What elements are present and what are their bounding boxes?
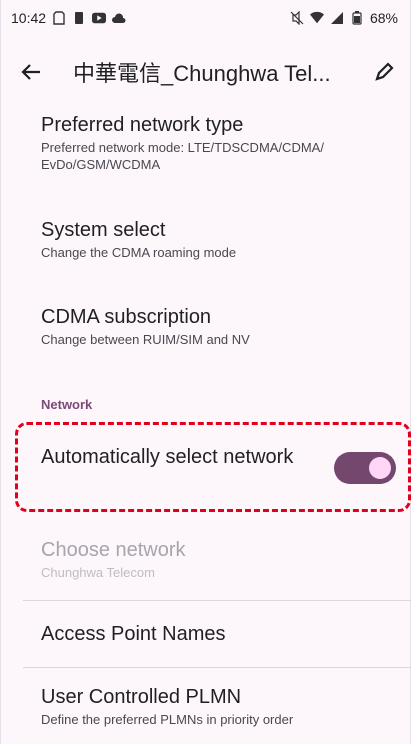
auto-select-network-item[interactable]: Automatically select network <box>41 445 320 469</box>
preferred-network-type-item[interactable]: Preferred network type Preferred network… <box>41 113 390 173</box>
setting-title: CDMA subscription <box>41 306 212 328</box>
battery-percent: 68% <box>369 10 398 26</box>
wifi-icon <box>309 11 324 25</box>
youtube-icon <box>92 11 107 25</box>
auto-select-network-toggle[interactable] <box>334 452 396 484</box>
setting-title: Automatically select network <box>41 446 294 468</box>
page-title: 中華電信_Chunghwa Tel... <box>73 61 331 86</box>
setting-subtitle: Chunghwa Telecom <box>41 565 155 580</box>
user-controlled-plmn-item[interactable]: User Controlled PLMN Define the preferre… <box>41 685 390 728</box>
system-select-item[interactable]: System select Change the CDMA roaming mo… <box>41 218 390 261</box>
setting-subtitle: Preferred network mode: LTE/TDSCDMA/CDMA… <box>41 140 324 172</box>
setting-title: Preferred network type <box>41 114 244 136</box>
setting-subtitle: Change between RUIM/SIM and NV <box>41 332 250 347</box>
settings-screen: 10:42 68% 中華電信_Chunghwa Tel... Preferred… <box>0 0 411 744</box>
setting-subtitle: Change the CDMA roaming mode <box>41 245 237 260</box>
access-point-names-item[interactable]: Access Point Names <box>41 622 390 646</box>
battery-icon <box>350 11 364 25</box>
toggle-knob <box>369 457 391 479</box>
cloud-icon <box>112 11 126 25</box>
setting-title: User Controlled PLMN <box>41 686 242 708</box>
choose-network-item: Choose network Chunghwa Telecom <box>41 538 390 581</box>
mute-icon <box>290 11 304 25</box>
divider <box>23 667 411 668</box>
setting-title: System select <box>41 219 166 241</box>
cdma-subscription-item[interactable]: CDMA subscription Change between RUIM/SI… <box>41 305 390 348</box>
signal-icon <box>330 11 344 25</box>
setting-title: Access Point Names <box>41 623 226 645</box>
setting-subtitle: Define the preferred PLMNs in priority o… <box>41 712 294 727</box>
clock: 10:42 <box>11 10 47 26</box>
status-bar: 10:42 68% <box>1 0 411 36</box>
person-icon <box>72 11 86 25</box>
section-header-network: Network <box>41 397 93 412</box>
edit-pencil-icon[interactable] <box>370 58 398 86</box>
setting-title: Choose network <box>41 539 186 561</box>
sim-icon <box>52 11 66 25</box>
app-bar: 中華電信_Chunghwa Tel... <box>1 44 411 100</box>
back-arrow-icon[interactable] <box>17 58 45 86</box>
divider <box>23 600 411 601</box>
